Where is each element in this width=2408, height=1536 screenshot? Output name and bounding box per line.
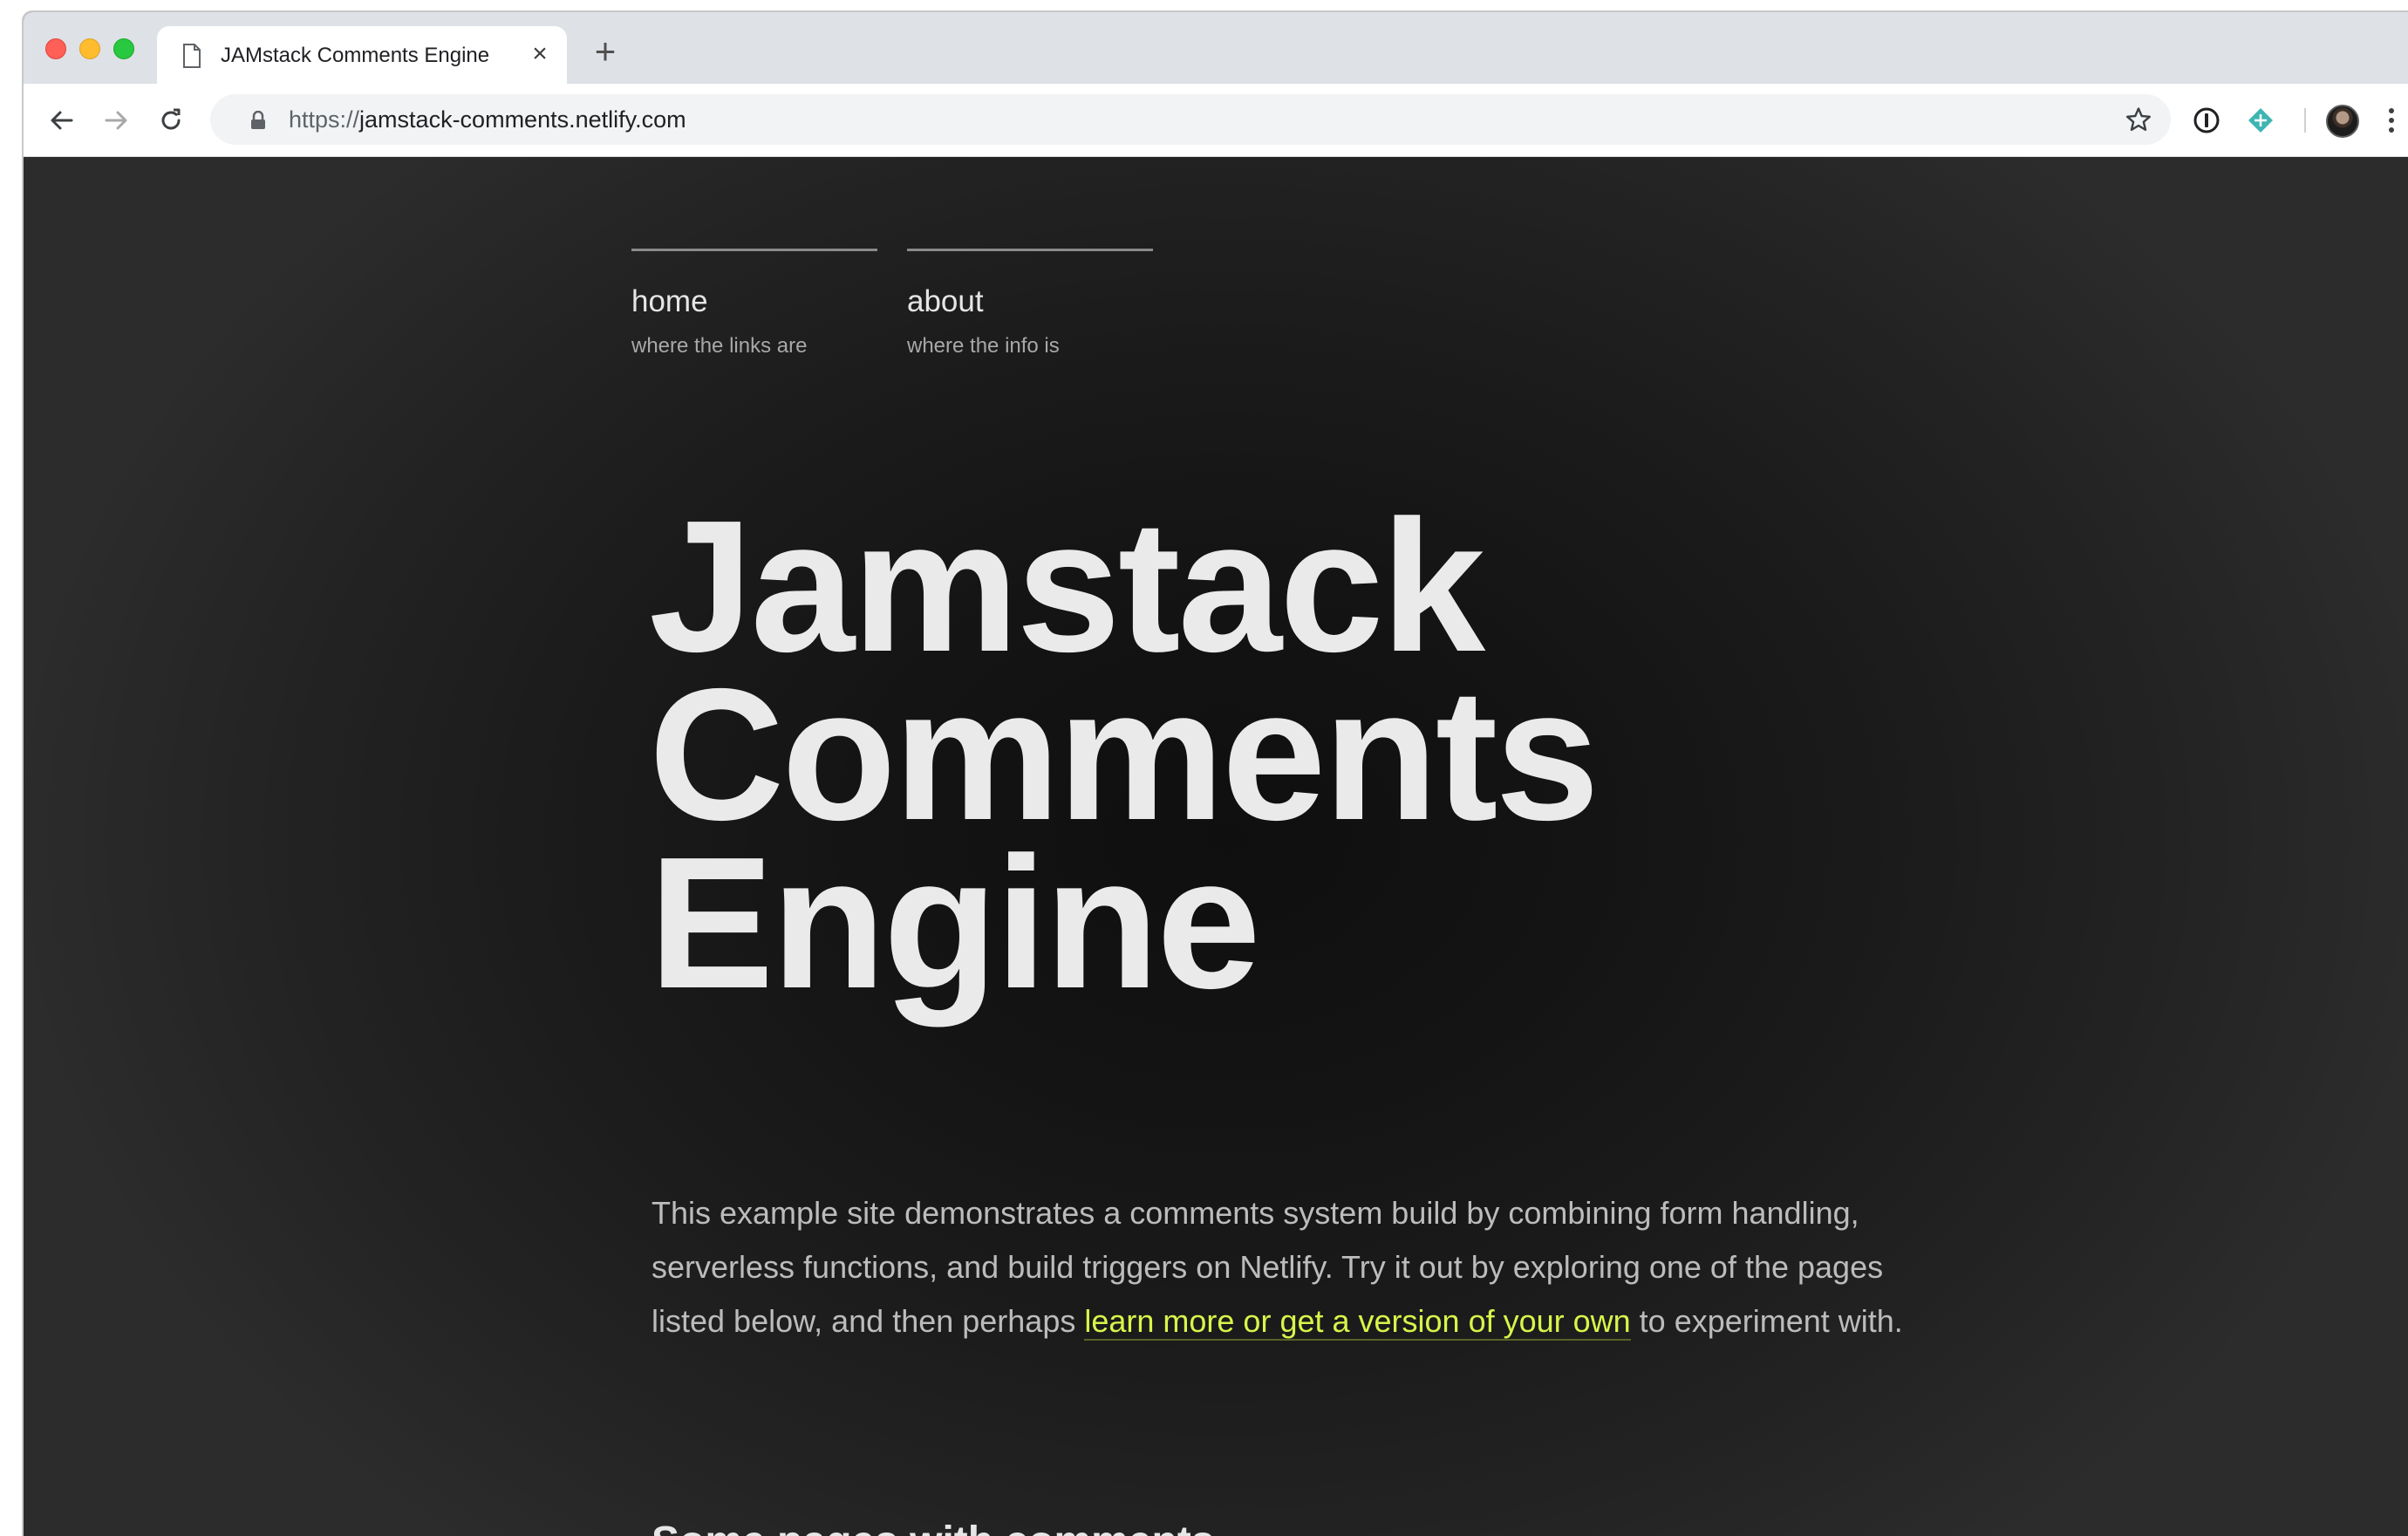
nav-home-title: home	[631, 284, 708, 318]
page-title-line-2: Comments	[649, 649, 1600, 859]
profile-avatar[interactable]	[2326, 105, 2359, 138]
new-tab-button[interactable]: +	[590, 33, 620, 70]
netlify-extension-icon[interactable]	[2247, 106, 2275, 134]
forward-arrow-icon[interactable]	[100, 105, 132, 136]
url-host: jamstack-comments.netlify.com	[359, 106, 686, 133]
section-heading: Some pages with comments	[651, 1518, 1215, 1536]
browser-window: JAMstack Comments Engine × + https://jam…	[22, 10, 2408, 1536]
star-icon[interactable]	[2125, 106, 2152, 133]
nav-item-about[interactable]: about where the info is	[907, 249, 1153, 357]
nav-about-title: about	[907, 284, 984, 318]
onepassword-extension-icon[interactable]	[2193, 106, 2220, 134]
page-icon	[181, 44, 202, 68]
intro-text-after: to experiment with.	[1630, 1303, 1903, 1339]
page-content: home where the links are about where the…	[24, 157, 2408, 1536]
nav-home-subtitle: where the links are	[631, 334, 808, 358]
back-arrow-icon[interactable]	[46, 105, 78, 136]
lock-icon[interactable]	[250, 110, 266, 130]
nav-about-subtitle: where the info is	[907, 334, 1060, 358]
tab-active[interactable]: JAMstack Comments Engine ×	[157, 26, 567, 85]
page-title-line-1: Jamstack	[649, 481, 1485, 691]
learn-more-link[interactable]: learn more or get a version of your own	[1084, 1303, 1631, 1341]
close-tab-icon[interactable]: ×	[526, 40, 554, 68]
page-title-line-3: Engine	[649, 817, 1261, 1027]
intro-paragraph: This example site demonstrates a comment…	[651, 1186, 1907, 1348]
browser-toolbar: https://jamstack-comments.netlify.com	[24, 84, 2408, 157]
maximize-window-button[interactable]	[113, 38, 134, 59]
page-title: Jamstack Comments Engine	[649, 481, 1870, 1027]
address-bar[interactable]: https://jamstack-comments.netlify.com	[210, 94, 2171, 145]
toolbar-divider	[2304, 108, 2306, 133]
close-window-button[interactable]	[45, 38, 66, 59]
kebab-menu-icon[interactable]	[2386, 106, 2397, 134]
site-nav: home where the links are about where the…	[631, 249, 1153, 357]
url-scheme: https://	[289, 106, 360, 133]
nav-item-home[interactable]: home where the links are	[631, 249, 877, 357]
minimize-window-button[interactable]	[79, 38, 100, 59]
reload-icon[interactable]	[155, 105, 187, 136]
url-text[interactable]: https://jamstack-comments.netlify.com	[289, 106, 686, 133]
tab-title: JAMstack Comments Engine	[221, 44, 490, 67]
tab-strip: JAMstack Comments Engine × +	[24, 12, 2408, 85]
